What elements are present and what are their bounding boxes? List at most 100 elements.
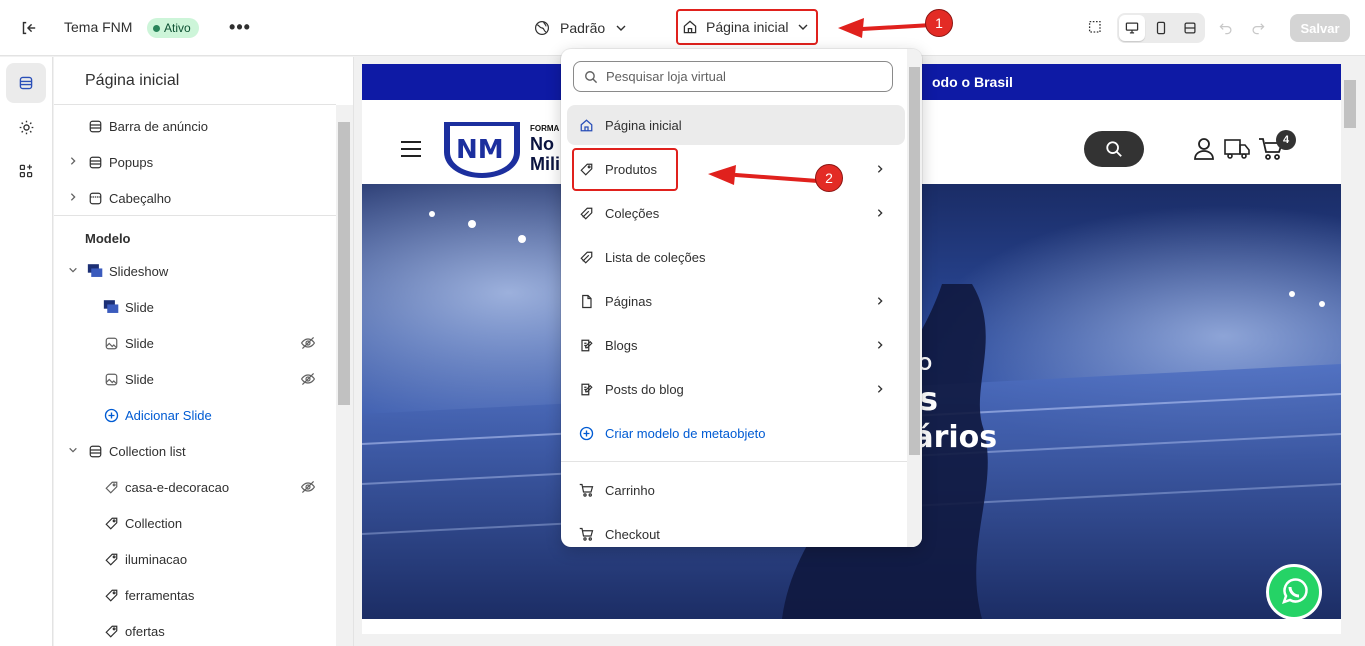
divider xyxy=(561,461,907,462)
add-circle-icon xyxy=(579,426,594,441)
delivery-truck-icon[interactable] xyxy=(1224,137,1250,161)
chevron-right-icon[interactable] xyxy=(68,192,78,205)
exit-icon[interactable] xyxy=(16,16,40,40)
menu-item-label: Lista de coleções xyxy=(605,249,706,265)
menu-item-label: Coleções xyxy=(605,205,660,221)
whatsapp-button[interactable] xyxy=(1266,564,1322,619)
collection-icon xyxy=(579,250,594,265)
desktop-view-icon[interactable] xyxy=(1119,15,1145,41)
slide-icon xyxy=(103,299,120,315)
preview-scrollbar-thumb[interactable] xyxy=(1344,80,1356,128)
sidebar-item-label: ofertas xyxy=(125,623,165,639)
sidebar-item-collection[interactable]: Collection xyxy=(54,505,336,541)
blog-post-icon xyxy=(579,382,594,397)
viewport-toggle xyxy=(1117,13,1205,43)
menu-item-blogs[interactable]: Blogs xyxy=(567,325,905,365)
save-button[interactable]: Salvar xyxy=(1290,14,1350,42)
dropdown-scrollbar[interactable] xyxy=(907,49,922,547)
sidebar-item-collection[interactable]: casa-e-decoracao xyxy=(54,469,336,505)
search-icon xyxy=(1106,141,1122,157)
chevron-right-icon[interactable] xyxy=(68,156,78,169)
sidebar-item-label: Slide xyxy=(125,371,154,387)
menu-icon[interactable] xyxy=(400,140,422,158)
store-search-input[interactable] xyxy=(606,69,886,84)
undo-icon[interactable] xyxy=(1212,14,1240,42)
inspector-icon[interactable] xyxy=(1082,14,1110,42)
menu-item-cart[interactable]: Carrinho xyxy=(567,470,905,510)
market-label: Padrão xyxy=(560,20,606,36)
sidebar-item-collection-list[interactable]: Collection list xyxy=(54,433,336,469)
eye-hidden-icon[interactable] xyxy=(300,371,316,387)
fullscreen-view-icon[interactable] xyxy=(1177,15,1203,41)
add-slide-button[interactable]: Adicionar Slide xyxy=(54,397,336,433)
cart-count-badge: 4 xyxy=(1276,130,1296,150)
collection-icon xyxy=(104,588,119,603)
menu-item-label: Criar modelo de metaobjeto xyxy=(605,425,766,441)
sidebar-item-label: Barra de anúncio xyxy=(109,118,209,134)
menu-item-collections[interactable]: Coleções xyxy=(567,193,905,233)
account-icon[interactable] xyxy=(1193,137,1215,161)
image-icon xyxy=(104,372,119,387)
sidebar-item-label: Slide xyxy=(125,299,154,315)
sections-nav-icon[interactable] xyxy=(6,63,46,103)
collection-icon xyxy=(104,480,119,495)
redo-icon[interactable] xyxy=(1244,14,1272,42)
chevron-right-icon xyxy=(875,296,885,306)
menu-item-label: Página inicial xyxy=(605,117,682,133)
chevron-right-icon xyxy=(875,340,885,350)
logo-line-1: No xyxy=(530,134,554,154)
eye-hidden-icon[interactable] xyxy=(300,335,316,351)
home-icon xyxy=(683,20,697,34)
mobile-view-icon[interactable] xyxy=(1148,15,1174,41)
more-actions-button[interactable]: ••• xyxy=(228,16,252,40)
sidebar-item-label: ferramentas xyxy=(125,587,195,603)
sidebar-item-collection[interactable]: ferramentas xyxy=(54,577,336,613)
market-selector[interactable]: Padrão xyxy=(534,16,627,40)
menu-item-collection-list[interactable]: Lista de coleções xyxy=(567,237,905,277)
apps-icon[interactable] xyxy=(6,151,46,191)
store-search-field[interactable] xyxy=(573,61,893,92)
menu-item-label: Blogs xyxy=(605,337,638,353)
logo-line-2: Mili xyxy=(530,154,560,174)
theme-name: Tema FNM xyxy=(64,19,133,35)
sidebar-item-label: Slideshow xyxy=(109,263,169,279)
add-circle-icon xyxy=(104,408,119,423)
section-icon xyxy=(88,444,103,459)
page-selector-label: Página inicial xyxy=(706,19,789,35)
menu-item-pages[interactable]: Páginas xyxy=(567,281,905,321)
menu-item-checkout[interactable]: Checkout xyxy=(567,514,905,547)
page-selector[interactable]: Página inicial xyxy=(676,9,818,45)
chevron-down-icon[interactable] xyxy=(68,265,78,278)
preview-scrollbar[interactable] xyxy=(1343,64,1357,634)
sidebar-item-collection[interactable]: ofertas xyxy=(54,613,336,646)
collection-icon xyxy=(104,552,119,567)
divider xyxy=(54,215,336,216)
sidebar-item-slideshow[interactable]: Slideshow xyxy=(54,253,336,289)
dropdown-scrollbar-thumb[interactable] xyxy=(909,67,920,455)
sidebar-item-label: Cabeçalho xyxy=(109,190,172,206)
annotation-step-2: 2 xyxy=(815,164,843,192)
globe-icon xyxy=(535,21,549,35)
sidebar-item-header[interactable]: Cabeçalho xyxy=(54,180,336,216)
sidebar-scrollbar-thumb[interactable] xyxy=(338,122,350,405)
menu-item-blog-posts[interactable]: Posts do blog xyxy=(567,369,905,409)
template-section-title: Modelo xyxy=(85,231,131,246)
sidebar-item-slide[interactable]: Slide xyxy=(54,361,336,397)
eye-hidden-icon[interactable] xyxy=(300,479,316,495)
chevron-down-icon[interactable] xyxy=(68,445,78,458)
add-slide-label: Adicionar Slide xyxy=(125,407,212,423)
header-icon xyxy=(88,191,103,206)
create-metaobject-template-button[interactable]: Criar modelo de metaobjeto xyxy=(567,413,905,453)
sidebar-item-slide[interactable]: Slide xyxy=(54,289,336,325)
settings-gear-icon[interactable] xyxy=(6,107,46,147)
sections-sidebar: Página inicial Barra de anúncio Popups C… xyxy=(54,57,354,646)
section-icon xyxy=(88,155,103,170)
sidebar-item-popups[interactable]: Popups xyxy=(54,144,336,180)
status-badge: Ativo xyxy=(147,18,199,38)
store-search-button[interactable] xyxy=(1084,131,1144,167)
svg-text:NM: NM xyxy=(456,135,504,165)
sidebar-item-slide[interactable]: Slide xyxy=(54,325,336,361)
menu-item-home[interactable]: Página inicial xyxy=(567,105,905,145)
sidebar-item-announcement-bar[interactable]: Barra de anúncio xyxy=(54,108,336,144)
sidebar-item-collection[interactable]: iluminacao xyxy=(54,541,336,577)
